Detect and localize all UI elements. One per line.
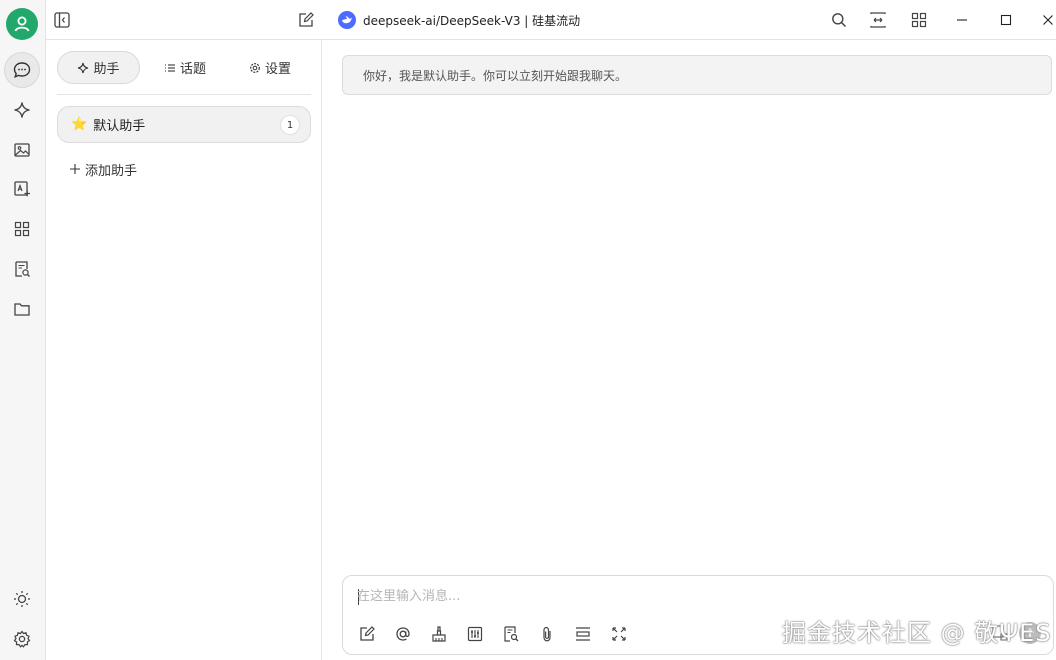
user-avatar[interactable] — [6, 8, 38, 40]
mention-icon — [396, 627, 410, 641]
tab-settings-label: 设置 — [264, 62, 291, 77]
sidebar-rail — [0, 0, 46, 660]
title-bar: deepseek-ai/DeepSeek-V3 | 硅基流动 — [46, 0, 1056, 40]
attach-file-button[interactable] — [537, 624, 557, 644]
expand-icon — [612, 627, 626, 641]
chat-icon — [13, 62, 31, 78]
star-icon: ⭐ — [71, 117, 88, 132]
add-assistant-label: 添加助手 — [85, 163, 138, 179]
knowledge-base-button[interactable] — [501, 624, 521, 644]
gear-icon — [250, 62, 260, 73]
assistant-greeting-message: 你好，我是默认助手。你可以立刻开始跟我聊天。 — [342, 55, 1052, 95]
minimize-icon — [957, 19, 967, 21]
rail-apps-button[interactable] — [4, 211, 40, 247]
plus-icon — [70, 164, 80, 174]
search-button[interactable] — [827, 8, 851, 32]
maximize-icon — [1000, 14, 1012, 26]
message-input[interactable] — [357, 584, 1037, 608]
knowledge-search-icon — [504, 626, 519, 642]
model-title-text: deepseek-ai/DeepSeek-V3 | 硅基流动 — [363, 13, 581, 28]
rail-chat-button[interactable] — [4, 52, 40, 88]
knowledge-icon — [15, 261, 30, 277]
user-icon — [14, 16, 30, 32]
edit-icon — [299, 12, 314, 27]
tab-assistants[interactable]: 助手 — [57, 51, 140, 84]
new-topic-button[interactable] — [357, 624, 377, 644]
settings-sliders-icon — [467, 626, 483, 642]
sparkle-icon — [14, 102, 30, 118]
apps-icon — [14, 221, 30, 237]
assistant-item-default[interactable]: ⭐ 默认助手 1 — [57, 106, 311, 143]
list-icon — [164, 63, 175, 72]
mini-apps-button[interactable] — [907, 8, 931, 32]
rail-translate-button[interactable] — [4, 171, 40, 207]
settings-icon — [13, 630, 31, 648]
narrow-mode-button[interactable] — [866, 8, 890, 32]
line-break-button[interactable] — [573, 624, 593, 644]
clear-context-button[interactable] — [429, 624, 449, 644]
rail-knowledge-button[interactable] — [4, 251, 40, 287]
panel-tabs: 助手 话题 设置 — [57, 51, 311, 84]
add-assistant-button[interactable]: 添加助手 — [69, 158, 137, 180]
sidebar-toggle-icon — [54, 12, 70, 28]
image-icon — [14, 143, 30, 157]
mention-model-button[interactable] — [393, 624, 413, 644]
tab-topics-label: 话题 — [179, 62, 206, 77]
rail-paint-button[interactable] — [4, 132, 40, 168]
clear-icon — [432, 626, 446, 642]
new-chat-button[interactable] — [294, 8, 318, 32]
tabs-divider — [57, 94, 311, 95]
tab-topics[interactable]: 话题 — [150, 51, 220, 84]
greeting-text: 你好，我是默认助手。你可以立刻开始跟我聊天。 — [363, 68, 628, 83]
folder-icon — [14, 303, 30, 316]
sun-icon — [14, 591, 30, 607]
assistants-panel: 助手 话题 设置 ⭐ 默认助手 1 添加助手 — [47, 40, 322, 660]
attachment-icon — [543, 626, 551, 642]
line-icon — [576, 627, 590, 641]
sparkle-icon — [78, 62, 89, 73]
rail-agents-button[interactable] — [4, 92, 40, 128]
close-icon — [1043, 15, 1053, 25]
narrow-mode-icon — [870, 12, 886, 28]
grid-icon — [911, 12, 927, 28]
watermark-text: 掘金技术社区 @ 敬ΨES — [782, 619, 1052, 647]
search-icon — [832, 13, 847, 28]
window-maximize-button[interactable] — [994, 8, 1018, 32]
input-toolbar — [357, 623, 629, 645]
rail-theme-button[interactable] — [4, 581, 40, 617]
rail-files-button[interactable] — [4, 291, 40, 327]
deepseek-logo-icon — [338, 11, 356, 29]
model-settings-button[interactable] — [465, 624, 485, 644]
tab-settings[interactable]: 设置 — [235, 51, 305, 84]
window-close-button[interactable] — [1036, 8, 1056, 32]
image-translate-icon — [14, 181, 30, 197]
assistant-name: 默认助手 — [93, 119, 146, 134]
toggle-sidebar-button[interactable] — [50, 8, 74, 32]
tab-assistants-label: 助手 — [93, 62, 120, 77]
expand-input-button[interactable] — [609, 624, 629, 644]
window-minimize-button[interactable] — [950, 8, 974, 32]
new-topic-icon — [360, 626, 375, 641]
rail-settings-button[interactable] — [4, 621, 40, 657]
topic-count-badge: 1 — [280, 115, 300, 135]
model-selector[interactable]: deepseek-ai/DeepSeek-V3 | 硅基流动 — [338, 10, 580, 30]
